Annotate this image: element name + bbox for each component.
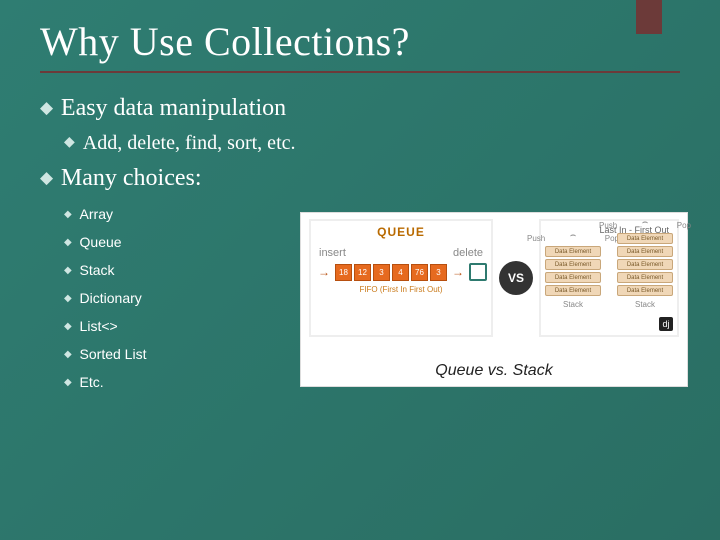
queue-cell: 3 bbox=[430, 264, 447, 281]
stack-slot: Data Element bbox=[617, 246, 673, 257]
list-item: ◆ Sorted List bbox=[64, 346, 300, 362]
queue-cell: 12 bbox=[354, 264, 371, 281]
list-item: ◆ Array bbox=[64, 206, 300, 222]
push-label: Push bbox=[527, 234, 545, 243]
queue-end-box bbox=[469, 263, 487, 281]
pile-label: Stack bbox=[617, 300, 673, 309]
bullet-many-choices: ◆ Many choices: bbox=[40, 165, 680, 192]
insert-label: insert bbox=[319, 247, 346, 259]
diamond-bullet-icon: ◆ bbox=[64, 377, 72, 388]
bullet-add-delete: ◆ Add, delete, find, sort, etc. bbox=[64, 132, 680, 155]
diamond-bullet-icon: ◆ bbox=[64, 209, 72, 220]
queue-vs-stack-figure: QUEUE insert delete → 18 12 3 4 76 3 → bbox=[300, 212, 688, 387]
queue-cell: 18 bbox=[335, 264, 352, 281]
stack-slot: Data Element bbox=[545, 285, 601, 296]
content-columns: ◆ Array ◆ Queue ◆ Stack ◆ Dictionary ◆ List<>… bbox=[40, 202, 680, 402]
accent-tab bbox=[636, 0, 662, 34]
queue-cell: 3 bbox=[373, 264, 390, 281]
bullet-text: Easy data manipulation bbox=[61, 95, 286, 122]
delete-label: delete bbox=[453, 247, 483, 259]
source-badge: dj bbox=[659, 317, 673, 331]
bullet-text: Queue bbox=[80, 234, 122, 250]
stack-slot: Data Element bbox=[545, 246, 601, 257]
bullet-list-level2: ◆ Add, delete, find, sort, etc. bbox=[64, 132, 680, 155]
diamond-bullet-icon: ◆ bbox=[64, 321, 72, 332]
bullet-text: Many choices: bbox=[61, 165, 202, 192]
queue-cell: 76 bbox=[411, 264, 428, 281]
bullet-list-level3: ◆ Array ◆ Queue ◆ Stack ◆ Dictionary ◆ List<>… bbox=[64, 206, 300, 390]
stack-slot: Data Element bbox=[617, 259, 673, 270]
queue-cell: 4 bbox=[392, 264, 409, 281]
list-item: ◆ Stack bbox=[64, 262, 300, 278]
bullet-list-level1: ◆ Many choices: bbox=[40, 165, 680, 192]
diamond-bullet-icon: ◆ bbox=[64, 134, 75, 151]
diamond-bullet-icon: ◆ bbox=[40, 167, 53, 188]
bullet-text: Dictionary bbox=[80, 290, 142, 306]
bullet-text: List<> bbox=[80, 318, 118, 334]
queue-title: QUEUE bbox=[315, 225, 487, 239]
stack-slot: Data Element bbox=[617, 285, 673, 296]
bullet-text: Array bbox=[80, 206, 113, 222]
bullet-text: Stack bbox=[80, 262, 115, 278]
queue-diagram: QUEUE insert delete → 18 12 3 4 76 3 → bbox=[309, 219, 493, 337]
diamond-bullet-icon: ◆ bbox=[64, 265, 72, 276]
stack-slot: Data Element bbox=[545, 259, 601, 270]
bullet-text: Sorted List bbox=[80, 346, 147, 362]
stack-diagram: Last In - First Out ⌢ Push Pop Data Elem… bbox=[539, 219, 679, 337]
slide-title: Why Use Collections? bbox=[40, 18, 680, 65]
pile-label: Stack bbox=[545, 300, 601, 309]
diamond-bullet-icon: ◆ bbox=[64, 293, 72, 304]
stack-pile: ⌢ Push Pop Data Element Data Element Dat… bbox=[617, 233, 673, 309]
diamond-bullet-icon: ◆ bbox=[64, 349, 72, 360]
stack-row: ⌢ Push Pop Data Element Data Element Dat… bbox=[545, 237, 673, 309]
arrow-right-icon: → bbox=[315, 265, 333, 280]
fifo-label: FIFO (First In First Out) bbox=[315, 285, 487, 294]
list-item: ◆ Etc. bbox=[64, 374, 300, 390]
title-underline bbox=[40, 71, 680, 73]
pop-label: Pop bbox=[677, 221, 691, 230]
slide: Why Use Collections? ◆ Easy data manipul… bbox=[0, 0, 720, 540]
bullet-easy-data: ◆ Easy data manipulation bbox=[40, 95, 680, 122]
figure-caption: Queue vs. Stack bbox=[301, 362, 687, 380]
bullet-text: Etc. bbox=[80, 374, 104, 390]
bullet-list-level1: ◆ Easy data manipulation bbox=[40, 95, 680, 122]
diamond-bullet-icon: ◆ bbox=[40, 97, 53, 118]
figure-top-row: QUEUE insert delete → 18 12 3 4 76 3 → bbox=[309, 219, 679, 337]
arrow-right-icon: → bbox=[449, 265, 467, 280]
stack-slot: Data Element bbox=[617, 272, 673, 283]
bullet-text: Add, delete, find, sort, etc. bbox=[83, 132, 296, 155]
vs-badge: VS bbox=[499, 261, 533, 295]
arc-icon: ⌢ bbox=[642, 217, 649, 228]
list-item: ◆ Queue bbox=[64, 234, 300, 250]
diamond-bullet-icon: ◆ bbox=[64, 237, 72, 248]
queue-labels: insert delete bbox=[315, 247, 487, 259]
choices-column: ◆ Array ◆ Queue ◆ Stack ◆ Dictionary ◆ List<>… bbox=[40, 202, 300, 402]
queue-cells: → 18 12 3 4 76 3 → bbox=[315, 263, 487, 281]
stack-slot: Data Element bbox=[617, 233, 673, 244]
push-label: Push bbox=[599, 221, 617, 230]
stack-slot: Data Element bbox=[545, 272, 601, 283]
list-item: ◆ Dictionary bbox=[64, 290, 300, 306]
stack-pile: ⌢ Push Pop Data Element Data Element Dat… bbox=[545, 246, 601, 309]
list-item: ◆ List<> bbox=[64, 318, 300, 334]
arc-icon: ⌢ bbox=[570, 230, 577, 241]
